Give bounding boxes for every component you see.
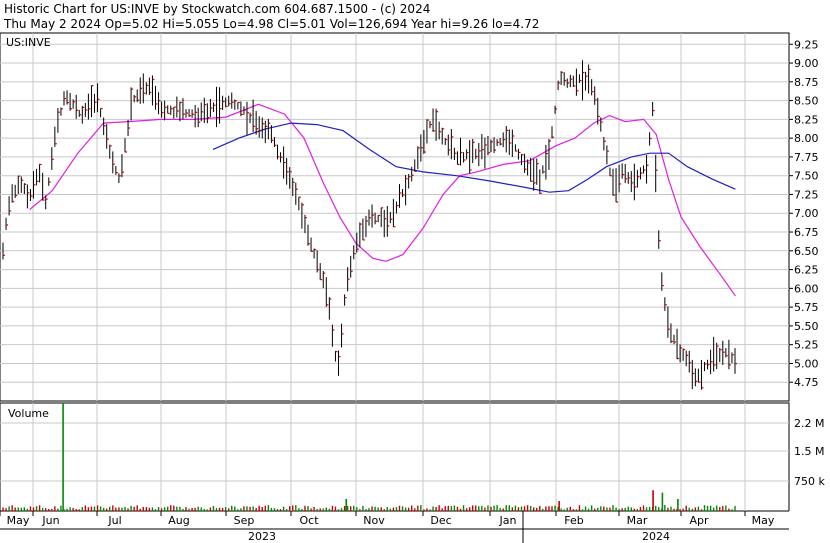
year-label: 2024 <box>642 530 670 543</box>
stock-chart: Historic Chart for US:INVE by Stockwatch… <box>0 2 830 543</box>
price-panel <box>0 32 790 402</box>
year-label: 2023 <box>248 530 276 543</box>
symbol-label: US:INVE <box>6 36 51 49</box>
axis-corner <box>789 511 830 543</box>
price-tick-label: 6.00 <box>794 282 819 295</box>
price-tick-label: 5.50 <box>794 320 819 333</box>
price-tick-label: 8.25 <box>794 113 819 126</box>
price-tick-label: 5.25 <box>794 339 819 352</box>
price-tick-label: 5.75 <box>794 301 819 314</box>
price-tick-label: 8.75 <box>794 76 819 89</box>
month-label: Jun <box>41 514 59 527</box>
price-tick-label: 8.50 <box>794 95 819 108</box>
month-label: Jul <box>107 514 121 527</box>
price-tick-label: 4.75 <box>794 376 819 389</box>
volume-tick-label: 750 k <box>794 475 825 488</box>
price-tick-label: 7.00 <box>794 207 819 220</box>
month-label: May <box>752 514 775 527</box>
price-tick-label: 6.75 <box>794 226 819 239</box>
month-label: Feb <box>564 514 583 527</box>
chart-window: Historic Chart for US:INVE by Stockwatch… <box>0 0 830 543</box>
month-label: Sep <box>234 514 255 527</box>
month-label: Oct <box>299 514 319 527</box>
price-tick-label: 8.00 <box>794 132 819 145</box>
month-label: Nov <box>363 514 385 527</box>
month-label: Apr <box>689 514 709 527</box>
month-label: Dec <box>430 514 451 527</box>
price-tick-label: 5.00 <box>794 357 819 370</box>
month-label: Aug <box>168 514 189 527</box>
price-tick-label: 7.75 <box>794 151 819 164</box>
volume-panel <box>0 402 790 512</box>
volume-tick-label: 1.5 M <box>794 445 824 458</box>
chart-header-quote: Thu May 2 2024 Op=5.02 Hi=5.055 Lo=4.98 … <box>3 17 539 31</box>
volume-tick-label: 2.2 M <box>794 417 824 430</box>
month-label: Jan <box>499 514 517 527</box>
price-tick-label: 7.25 <box>794 188 819 201</box>
month-label: Mar <box>627 514 648 527</box>
price-tick-label: 9.00 <box>794 57 819 70</box>
chart-header-title: Historic Chart for US:INVE by Stockwatch… <box>4 2 430 16</box>
price-tick-label: 6.50 <box>794 245 819 258</box>
volume-label: Volume <box>8 407 49 420</box>
price-tick-label: 7.50 <box>794 170 819 183</box>
month-label: May <box>7 514 30 527</box>
price-tick-label: 6.25 <box>794 264 819 277</box>
price-tick-label: 9.25 <box>794 38 819 51</box>
